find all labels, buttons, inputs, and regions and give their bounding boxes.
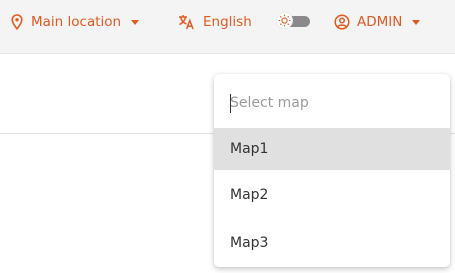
language-selector[interactable]: English [178,0,252,44]
chevron-down-icon [412,19,421,25]
theme-toggle[interactable] [276,12,310,29]
user-circle-icon [334,14,350,30]
location-label: Main location [31,14,122,30]
map-option[interactable]: Map3 [214,222,450,264]
top-bar: Main location English ADMIN [0,0,455,54]
map-search-input[interactable] [230,88,430,118]
map-search-row [214,74,450,128]
location-selector[interactable]: Main location [11,0,140,44]
map-option[interactable]: Map2 [214,174,450,216]
toggle-knob [276,12,293,29]
map-option[interactable]: Map1 [214,128,450,170]
chevron-down-icon [131,19,140,25]
user-menu[interactable]: ADMIN [334,0,421,44]
map-pin-icon [11,14,23,30]
user-label: ADMIN [357,14,403,30]
translate-icon [178,14,195,30]
language-label: English [203,14,252,30]
map-select-dropdown: Map1 Map2 Map3 [214,74,450,267]
